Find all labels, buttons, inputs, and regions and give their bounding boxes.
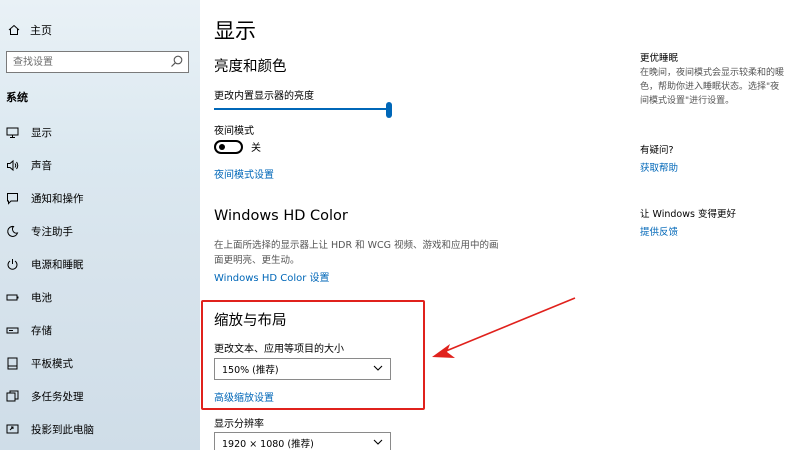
search-box[interactable] xyxy=(6,51,189,73)
nav-list: 显示 声音 通知和操作 专注助手 电源和睡眠 电池 存储 平板模式 多任务处理 … xyxy=(0,116,200,446)
sidebar-item-label: 多任务处理 xyxy=(31,391,84,403)
sidebar-item-display[interactable]: 显示 xyxy=(0,116,200,149)
brightness-slider[interactable] xyxy=(214,102,392,118)
sleep-title: 更优睡眠 xyxy=(640,53,679,64)
feedback-link[interactable]: 提供反馈 xyxy=(640,224,678,238)
sleep-description: 在晚间，夜间模式会显示较柔和的暖色，帮助你进入睡眠状态。选择"夜间模式设置"进行… xyxy=(640,68,785,106)
sidebar-item-tablet-mode[interactable]: 平板模式 xyxy=(0,347,200,380)
sidebar-item-label: 显示 xyxy=(31,127,52,139)
section-label: 系统 xyxy=(6,91,28,104)
sidebar-item-focus-assist[interactable]: 专注助手 xyxy=(0,215,200,248)
hdr-settings-link[interactable]: Windows HD Color 设置 xyxy=(214,269,330,284)
resolution-dropdown[interactable]: 1920 × 1080 (推荐) xyxy=(214,432,391,450)
sidebar-item-battery[interactable]: 电池 xyxy=(0,281,200,314)
tablet-icon xyxy=(5,357,19,371)
page-title: 显示 xyxy=(214,19,256,43)
speaker-icon xyxy=(5,159,19,173)
slider-track xyxy=(214,108,386,110)
sidebar-item-label: 通知和操作 xyxy=(31,193,84,205)
night-mode-toggle[interactable] xyxy=(214,139,243,154)
chevron-down-icon xyxy=(373,439,383,445)
moon-icon xyxy=(5,225,19,239)
slider-thumb[interactable] xyxy=(386,102,392,118)
get-help-link[interactable]: 获取帮助 xyxy=(640,160,678,174)
search-icon[interactable] xyxy=(170,54,184,68)
home-link[interactable]: 主页 xyxy=(8,22,52,38)
multitask-icon xyxy=(5,390,19,404)
night-mode-row: 关 xyxy=(214,139,261,154)
monitor-icon xyxy=(5,126,19,140)
sidebar-item-power-sleep[interactable]: 电源和睡眠 xyxy=(0,248,200,281)
resolution-value: 1920 × 1080 (推荐) xyxy=(222,439,314,450)
storage-icon xyxy=(5,324,19,338)
power-icon xyxy=(5,258,19,272)
toggle-knob xyxy=(219,143,225,150)
night-mode-state: 关 xyxy=(251,143,261,154)
sidebar-item-label: 投影到此电脑 xyxy=(31,424,94,436)
hdr-description: 在上面所选择的显示器上让 HDR 和 WCG 视频、游戏和应用中的画面更明亮、更… xyxy=(214,240,499,266)
battery-icon xyxy=(5,291,19,305)
brightness-heading: 亮度和颜色 xyxy=(214,59,287,75)
help-title: 有疑问? xyxy=(640,145,674,156)
sidebar-item-label: 电池 xyxy=(31,292,52,304)
sidebar-item-label: 存储 xyxy=(31,325,52,337)
night-mode-settings-link[interactable]: 夜间模式设置 xyxy=(214,166,274,181)
resolution-label: 显示分辨率 xyxy=(214,419,264,430)
sidebar-item-project[interactable]: 投影到此电脑 xyxy=(0,413,200,446)
sidebar-item-sound[interactable]: 声音 xyxy=(0,149,200,182)
sidebar: 主页 系统 显示 声音 通知和操作 专注助手 电源和睡眠 电池 xyxy=(0,0,200,450)
sidebar-item-multitasking[interactable]: 多任务处理 xyxy=(0,380,200,413)
sidebar-item-storage[interactable]: 存储 xyxy=(0,314,200,347)
home-label: 主页 xyxy=(30,24,52,37)
improve-title: 让 Windows 变得更好 xyxy=(640,209,736,220)
sidebar-item-notifications[interactable]: 通知和操作 xyxy=(0,182,200,215)
brightness-label: 更改内置显示器的亮度 xyxy=(214,91,314,102)
hdr-heading: Windows HD Color xyxy=(214,208,348,224)
search-input[interactable] xyxy=(7,52,167,72)
sidebar-item-label: 专注助手 xyxy=(31,226,73,238)
sidebar-item-label: 平板模式 xyxy=(31,358,73,370)
sidebar-item-label: 声音 xyxy=(31,160,52,172)
notification-icon xyxy=(5,192,19,206)
night-mode-label: 夜间模式 xyxy=(214,126,254,137)
sidebar-item-label: 电源和睡眠 xyxy=(31,259,84,271)
home-icon xyxy=(8,24,20,35)
project-icon xyxy=(5,423,19,437)
annotation-highlight-box xyxy=(201,300,425,410)
